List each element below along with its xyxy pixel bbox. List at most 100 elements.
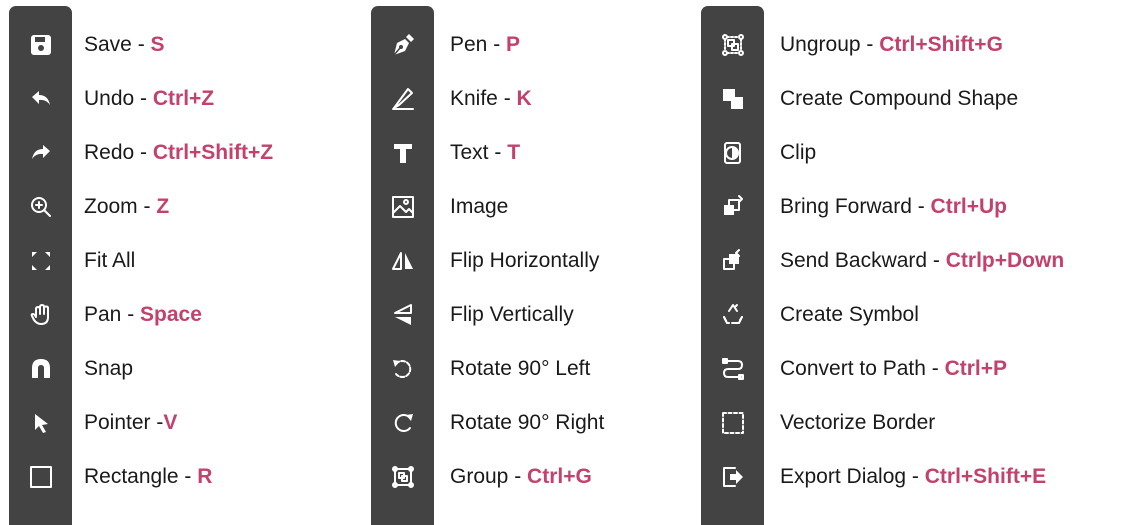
- shortcut-label: Create Compound Shape: [780, 72, 1018, 126]
- shortcut-label: Rotate 90° Left: [450, 342, 590, 396]
- keyboard-shortcut: Ctrl+Shift+E: [924, 465, 1047, 488]
- keyboard-shortcut: V: [163, 411, 178, 434]
- command-name: Ungroup -: [780, 33, 880, 56]
- keyboard-shortcut: Ctrl+G: [527, 465, 592, 488]
- redo-arrow-icon[interactable]: [9, 126, 72, 180]
- shortcut-row-export-dialog: Export Dialog - Ctrl+Shift+E: [701, 450, 1134, 504]
- command-name: Rotate 90° Left: [450, 357, 591, 380]
- shortcut-label: Convert to Path - Ctrl+P: [780, 342, 1007, 396]
- shortcut-label: Snap: [84, 342, 133, 396]
- magnet-icon[interactable]: [9, 342, 72, 396]
- command-name: Knife -: [450, 87, 517, 110]
- keyboard-shortcut: Ctrl+Up: [930, 195, 1007, 218]
- keyboard-shortcut: Ctrl+Z: [152, 87, 215, 110]
- shortcut-label: Send Backward - Ctrlp+Down: [780, 234, 1064, 288]
- command-name: Vectorize Border: [780, 411, 936, 434]
- keyboard-shortcut: K: [516, 87, 532, 110]
- send-backward-icon[interactable]: [701, 234, 764, 288]
- shortcut-label: Vectorize Border: [780, 396, 935, 450]
- shortcut-row-bring-forward: Bring Forward - Ctrl+Up: [701, 180, 1134, 234]
- keyboard-shortcut: R: [197, 465, 213, 488]
- text-t-icon[interactable]: [371, 126, 434, 180]
- shortcut-label: Flip Horizontally: [450, 234, 599, 288]
- shortcut-label: Undo - Ctrl+Z: [84, 72, 214, 126]
- compound-shape-icon[interactable]: [701, 72, 764, 126]
- shortcut-row-vectorize-border: Vectorize Border: [701, 396, 1134, 450]
- command-name: Rotate 90° Right: [450, 411, 605, 434]
- pen-nib-icon[interactable]: [371, 18, 434, 72]
- command-name: Fit All: [84, 249, 136, 272]
- shortcut-label: Clip: [780, 126, 816, 180]
- shortcut-label: Pen - P: [450, 18, 520, 72]
- command-name: Bring Forward -: [780, 195, 931, 218]
- command-name: Zoom -: [84, 195, 157, 218]
- command-name: Pan -: [84, 303, 141, 326]
- command-name: Clip: [780, 141, 817, 164]
- shortcut-label: Group - Ctrl+G: [450, 450, 592, 504]
- keyboard-shortcut: Z: [156, 195, 170, 218]
- command-name: Save -: [84, 33, 151, 56]
- group-icon[interactable]: [371, 450, 434, 504]
- command-name: Undo -: [84, 87, 153, 110]
- command-name: Image: [450, 195, 509, 218]
- fit-all-icon[interactable]: [9, 234, 72, 288]
- keyboard-shortcut: P: [506, 33, 521, 56]
- keyboard-shortcut: Ctrl+Shift+G: [879, 33, 1003, 56]
- shortcut-label: Fit All: [84, 234, 135, 288]
- shortcut-row-ungroup: Ungroup - Ctrl+Shift+G: [701, 18, 1134, 72]
- command-name: Flip Horizontally: [450, 249, 600, 272]
- image-icon[interactable]: [371, 180, 434, 234]
- hand-icon[interactable]: [9, 288, 72, 342]
- keyboard-shortcut: T: [507, 141, 521, 164]
- shortcut-label: Save - S: [84, 18, 165, 72]
- symbol-recycle-icon[interactable]: [701, 288, 764, 342]
- flip-vertical-icon[interactable]: [371, 288, 434, 342]
- keyboard-shortcut: Space: [140, 303, 202, 326]
- shortcut-label: Bring Forward - Ctrl+Up: [780, 180, 1007, 234]
- ungroup-icon[interactable]: [701, 18, 764, 72]
- knife-icon[interactable]: [371, 72, 434, 126]
- shortcut-row-create-compound-shape: Create Compound Shape: [701, 72, 1134, 126]
- export-icon[interactable]: [701, 450, 764, 504]
- rectangle-icon[interactable]: [9, 450, 72, 504]
- undo-arrow-icon[interactable]: [9, 72, 72, 126]
- flip-horizontal-icon[interactable]: [371, 234, 434, 288]
- shortcut-label: Pointer -V: [84, 396, 177, 450]
- floppy-disk-icon[interactable]: [9, 18, 72, 72]
- keyboard-shortcut: Ctrl+Shift+Z: [152, 141, 274, 164]
- shortcut-row-send-backward: Send Backward - Ctrlp+Down: [701, 234, 1134, 288]
- command-name: Export Dialog -: [780, 465, 925, 488]
- command-name: Flip Vertically: [450, 303, 574, 326]
- shortcut-row-clip: Clip: [701, 126, 1134, 180]
- shortcut-row-create-symbol: Create Symbol: [701, 288, 1134, 342]
- dashed-border-icon[interactable]: [701, 396, 764, 450]
- path-icon[interactable]: [701, 342, 764, 396]
- shortcut-label: Ungroup - Ctrl+Shift+G: [780, 18, 1003, 72]
- shortcut-label: Export Dialog - Ctrl+Shift+E: [780, 450, 1046, 504]
- shortcut-label: Rotate 90° Right: [450, 396, 604, 450]
- rotate-right-icon[interactable]: [371, 396, 434, 450]
- command-name: Convert to Path -: [780, 357, 945, 380]
- command-name: Group -: [450, 465, 528, 488]
- shortcut-label: Knife - K: [450, 72, 532, 126]
- pointer-arrow-icon[interactable]: [9, 396, 72, 450]
- command-name: Create Compound Shape: [780, 87, 1019, 110]
- bring-forward-icon[interactable]: [701, 180, 764, 234]
- shortcut-label: Zoom - Z: [84, 180, 169, 234]
- command-name: Send Backward -: [780, 249, 946, 272]
- shortcut-label: Rectangle - R: [84, 450, 212, 504]
- clip-icon[interactable]: [701, 126, 764, 180]
- shortcut-label: Pan - Space: [84, 288, 202, 342]
- command-name: Pen -: [450, 33, 507, 56]
- shortcut-label: Flip Vertically: [450, 288, 574, 342]
- keyboard-shortcut: S: [150, 33, 165, 56]
- zoom-in-icon[interactable]: [9, 180, 72, 234]
- shortcut-label: Create Symbol: [780, 288, 919, 342]
- rotate-left-icon[interactable]: [371, 342, 434, 396]
- shortcut-label: Redo - Ctrl+Shift+Z: [84, 126, 273, 180]
- shortcut-label: Image: [450, 180, 508, 234]
- command-name: Rectangle -: [84, 465, 198, 488]
- command-name: Text -: [450, 141, 508, 164]
- command-name: Redo -: [84, 141, 153, 164]
- command-name: Pointer -: [84, 411, 164, 434]
